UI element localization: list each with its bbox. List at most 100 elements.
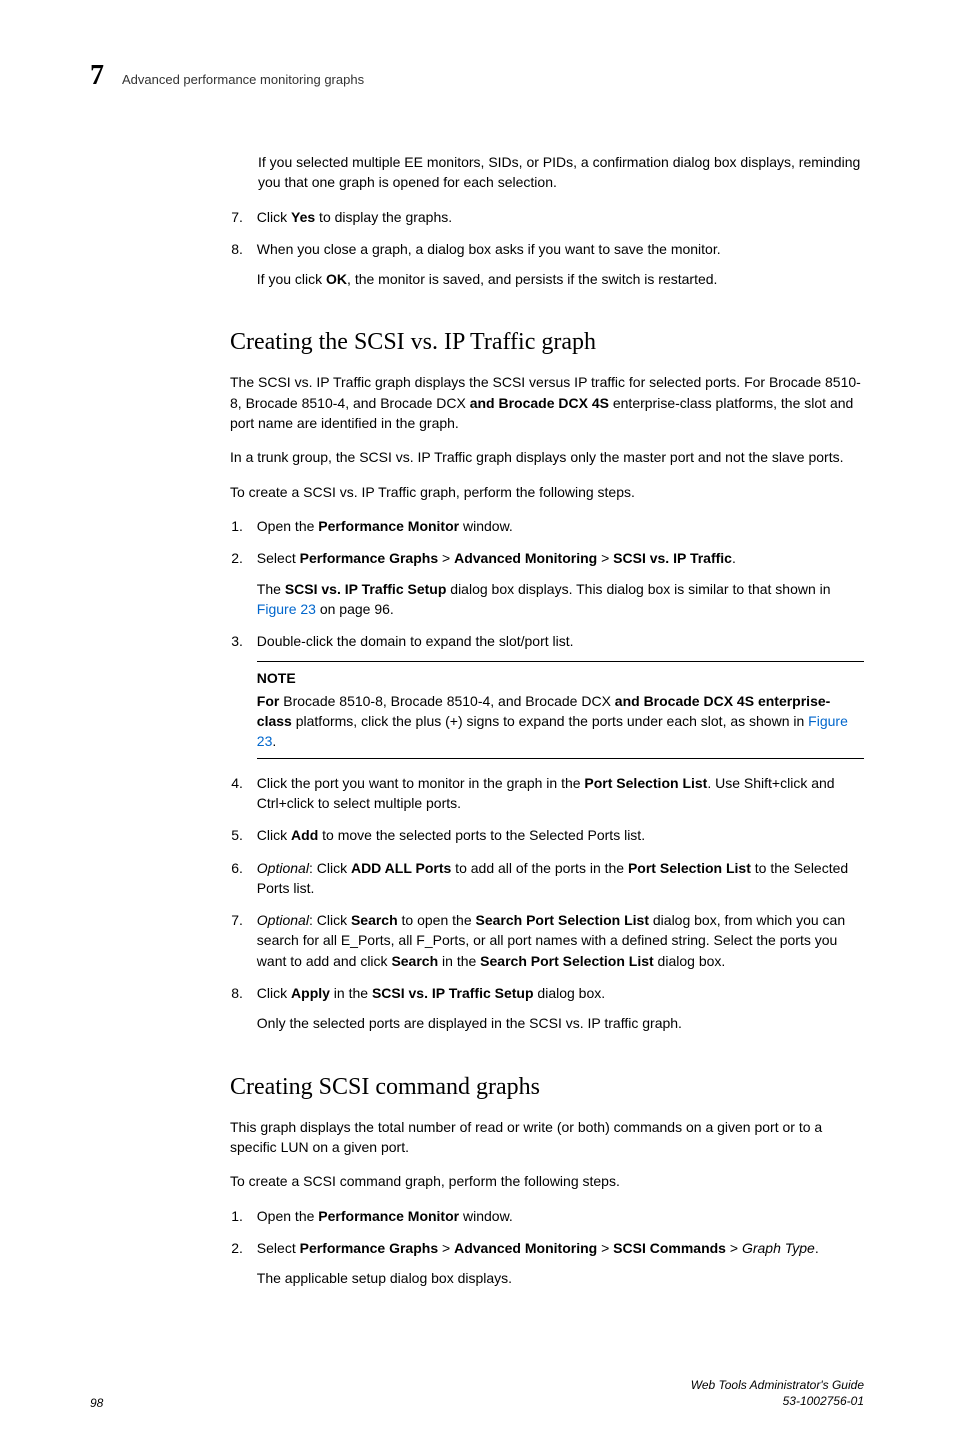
text: : Click — [309, 860, 351, 876]
text: . — [815, 1240, 819, 1256]
text-bold: For — [257, 693, 280, 709]
perf-monitor-label: Performance Monitor — [318, 1208, 459, 1224]
text: , the monitor is saved, and persists if … — [347, 271, 717, 287]
optional-label: Optional — [257, 860, 309, 876]
search-port-list-label: Search Port Selection List — [476, 912, 650, 928]
dialog-label: SCSI vs. IP Traffic Setup — [285, 581, 447, 597]
menu-label: SCSI Commands — [613, 1240, 726, 1256]
text: platforms, click the plus (+) signs to e… — [292, 713, 808, 729]
step-1: Open the Performance Monitor window. — [247, 1206, 864, 1226]
dialog-label: SCSI vs. IP Traffic Setup — [372, 985, 534, 1001]
paragraph: This graph displays the total number of … — [230, 1117, 864, 1158]
document-info: Web Tools Administrator's Guide 53-10027… — [691, 1378, 864, 1409]
text: Open the — [257, 1208, 319, 1224]
text: . — [732, 550, 736, 566]
step-2: Select Performance Graphs > Advanced Mon… — [247, 548, 864, 619]
menu-label: Advanced Monitoring — [454, 1240, 597, 1256]
text: > — [597, 550, 613, 566]
note-label: NOTE — [257, 668, 864, 688]
text: > — [438, 550, 454, 566]
add-all-label: ADD ALL Ports — [351, 860, 451, 876]
text: The — [257, 581, 285, 597]
page-footer: 98 Web Tools Administrator's Guide 53-10… — [90, 1378, 864, 1409]
text: dialog box displays. This dialog box is … — [446, 581, 830, 597]
section2-steps: Open the Performance Monitor window. Sel… — [247, 1206, 864, 1289]
text: to add all of the ports in the — [451, 860, 628, 876]
text: : Click — [309, 912, 351, 928]
text: dialog box. — [534, 985, 606, 1001]
optional-label: Optional — [257, 912, 309, 928]
text: Click the port you want to monitor in th… — [257, 775, 585, 791]
step-8: When you close a graph, a dialog box ask… — [247, 239, 864, 290]
text: window. — [459, 1208, 513, 1224]
text: dialog box. — [654, 953, 726, 969]
intro-paragraph: If you selected multiple EE monitors, SI… — [258, 152, 864, 193]
step-1: Open the Performance Monitor window. — [247, 516, 864, 536]
search-label: Search — [351, 912, 398, 928]
step-6: Optional: Click ADD ALL Ports to add all… — [247, 858, 864, 899]
chapter-title: Advanced performance monitoring graphs — [122, 72, 364, 87]
chapter-number: 7 — [90, 60, 104, 92]
page-container: 7 Advanced performance monitoring graphs… — [0, 0, 954, 1450]
doc-title: Web Tools Administrator's Guide — [691, 1378, 864, 1394]
step-8-sub: If you click OK, the monitor is saved, a… — [257, 269, 864, 289]
apply-label: Apply — [291, 985, 330, 1001]
text: Select — [257, 550, 300, 566]
text: Brocade 8510-8, Brocade 8510-4, and Broc… — [279, 693, 614, 709]
page-header: 7 Advanced performance monitoring graphs — [90, 60, 864, 92]
section1-steps: Open the Performance Monitor window. Sel… — [247, 516, 864, 1034]
paragraph: The SCSI vs. IP Traffic graph displays t… — [230, 372, 864, 433]
text: to display the graphs. — [315, 209, 452, 225]
section-heading-scsi-cmd: Creating SCSI command graphs — [230, 1074, 864, 1101]
text: in the — [330, 985, 372, 1001]
text: Select — [257, 1240, 300, 1256]
menu-label: Advanced Monitoring — [454, 550, 597, 566]
port-selection-label: Port Selection List — [584, 775, 707, 791]
step-2-sub: The SCSI vs. IP Traffic Setup dialog box… — [257, 579, 864, 620]
text: in the — [438, 953, 480, 969]
text: > — [438, 1240, 454, 1256]
step-7: Optional: Click Search to open the Searc… — [247, 910, 864, 971]
text: Open the — [257, 518, 319, 534]
text: on page 96. — [316, 601, 394, 617]
step-8-sub: Only the selected ports are displayed in… — [257, 1013, 864, 1033]
section-heading-scsi-ip: Creating the SCSI vs. IP Traffic graph — [230, 329, 864, 356]
perf-monitor-label: Performance Monitor — [318, 518, 459, 534]
page-number: 98 — [90, 1396, 103, 1410]
step-8: Click Apply in the SCSI vs. IP Traffic S… — [247, 983, 864, 1034]
graph-type-label: Graph Type — [742, 1240, 815, 1256]
note-box: NOTE For Brocade 8510-8, Brocade 8510-4,… — [257, 661, 864, 758]
text: > — [726, 1240, 742, 1256]
menu-label: Performance Graphs — [300, 1240, 439, 1256]
step-4: Click the port you want to monitor in th… — [247, 773, 864, 814]
continuation-steps: Click Yes to display the graphs. When yo… — [247, 207, 864, 290]
text: to move the selected ports to the Select… — [318, 827, 645, 843]
paragraph: In a trunk group, the SCSI vs. IP Traffi… — [230, 447, 864, 467]
step-5: Click Add to move the selected ports to … — [247, 825, 864, 845]
menu-label: SCSI vs. IP Traffic — [613, 550, 732, 566]
text: . — [272, 733, 276, 749]
text: to open the — [398, 912, 476, 928]
text-bold: and Brocade DCX 4S — [470, 395, 609, 411]
search-port-list-label: Search Port Selection List — [480, 953, 654, 969]
text: Click — [257, 985, 291, 1001]
main-content: If you selected multiple EE monitors, SI… — [230, 152, 864, 1288]
ok-label: OK — [326, 271, 347, 287]
paragraph: To create a SCSI command graph, perform … — [230, 1171, 864, 1191]
step-2: Select Performance Graphs > Advanced Mon… — [247, 1238, 864, 1289]
step-3: Double-click the domain to expand the sl… — [247, 631, 864, 758]
text: Double-click the domain to expand the sl… — [257, 633, 574, 649]
step-7: Click Yes to display the graphs. — [247, 207, 864, 227]
text: Click — [257, 827, 291, 843]
text: window. — [459, 518, 513, 534]
paragraph: To create a SCSI vs. IP Traffic graph, p… — [230, 482, 864, 502]
text: When you close a graph, a dialog box ask… — [257, 241, 721, 257]
search-label: Search — [391, 953, 438, 969]
figure-link[interactable]: Figure 23 — [257, 601, 316, 617]
text: > — [597, 1240, 613, 1256]
add-label: Add — [291, 827, 318, 843]
menu-label: Performance Graphs — [300, 550, 439, 566]
doc-id: 53-1002756-01 — [691, 1394, 864, 1410]
yes-label: Yes — [291, 209, 315, 225]
step-2-sub: The applicable setup dialog box displays… — [257, 1268, 864, 1288]
